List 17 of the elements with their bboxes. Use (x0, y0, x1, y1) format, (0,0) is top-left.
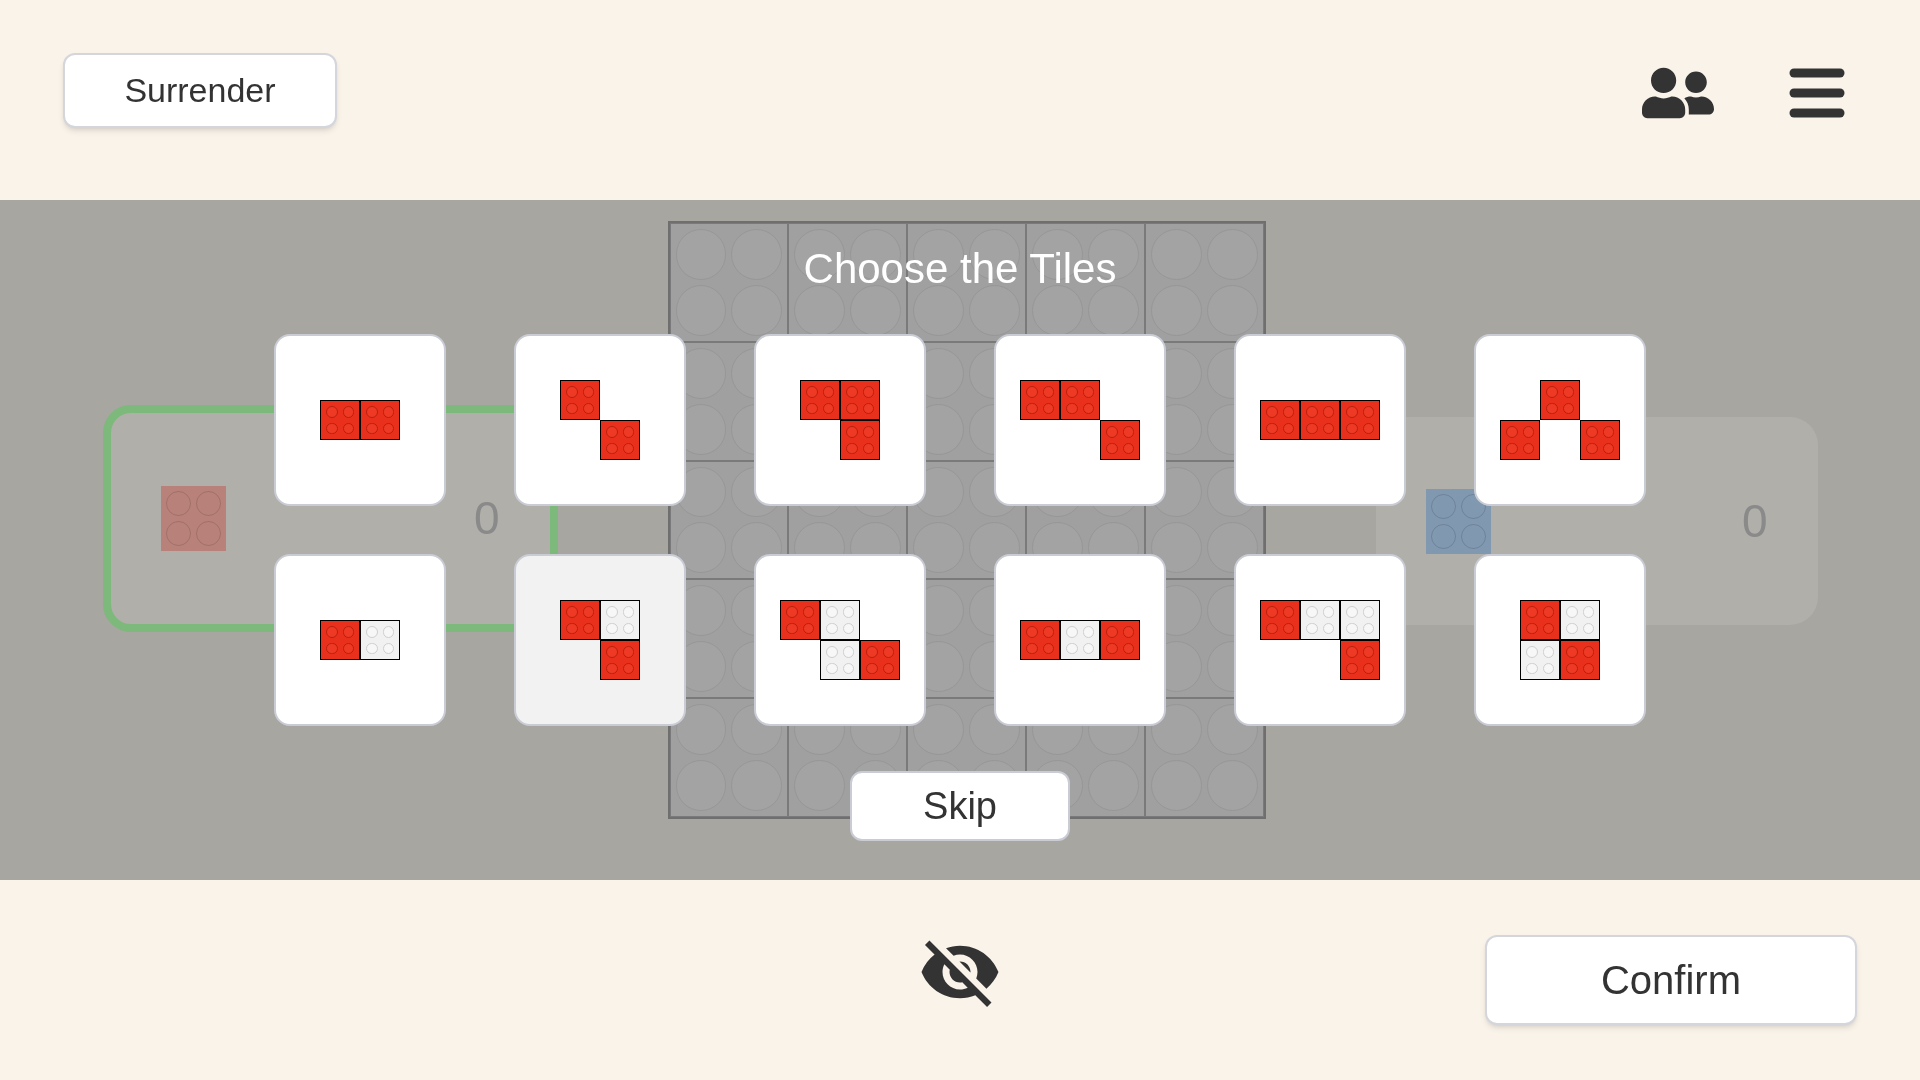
skip-button[interactable]: Skip (850, 771, 1070, 841)
tile-option[interactable] (274, 554, 446, 726)
tile-option[interactable] (994, 334, 1166, 506)
tile-option[interactable] (1474, 334, 1646, 506)
tile-option[interactable] (1234, 334, 1406, 506)
tile-option[interactable] (1234, 554, 1406, 726)
tile-option[interactable] (514, 554, 686, 726)
tile-option[interactable] (514, 334, 686, 506)
surrender-button[interactable]: Surrender (63, 53, 337, 128)
tile-option[interactable] (994, 554, 1166, 726)
tile-option[interactable] (754, 554, 926, 726)
tile-option[interactable] (274, 334, 446, 506)
confirm-button[interactable]: Confirm (1485, 935, 1857, 1025)
dialog-title: Choose the Tiles (803, 244, 1117, 294)
menu-icon[interactable] (1789, 67, 1845, 119)
tile-option[interactable] (754, 334, 926, 506)
tile-option[interactable] (1474, 554, 1646, 726)
